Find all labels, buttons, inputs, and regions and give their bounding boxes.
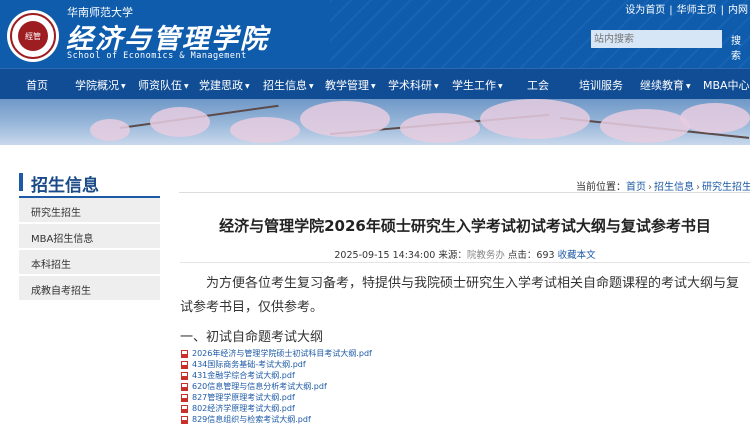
article-clicks: 693 bbox=[536, 250, 555, 261]
nav-item-continuing-edu[interactable]: 继续教育 ▼ bbox=[640, 77, 691, 93]
college-seal-logo[interactable]: 經管 bbox=[7, 10, 59, 62]
college-name-en: School of Economics & Management bbox=[67, 51, 247, 61]
sidebar-title: 招生信息 bbox=[19, 170, 160, 196]
section-heading: 一、初试自命题考试大纲 bbox=[180, 330, 324, 345]
caret-down-icon: ▼ bbox=[434, 82, 439, 90]
sidebar-title-text: 招生信息 bbox=[31, 176, 99, 196]
banner-image bbox=[0, 99, 750, 145]
nav-item-party[interactable]: 党建思政 ▼ bbox=[199, 77, 250, 93]
pdf-icon bbox=[181, 404, 188, 413]
intranet-link[interactable]: 内网 bbox=[728, 5, 748, 16]
article-datetime: 2025-09-15 14:34:00 bbox=[334, 250, 436, 261]
favorite-link[interactable]: 收藏本文 bbox=[558, 250, 596, 261]
article-title: 经济与管理学院2026年硕士研究生入学考试初试考试大纲与复试参考书目 bbox=[219, 217, 711, 235]
sidebar-item-mba[interactable]: MBA招生信息 bbox=[19, 224, 160, 248]
file-link[interactable]: 829信息组织与检索考试大纲.pdf bbox=[181, 414, 372, 425]
seal-core: 經管 bbox=[18, 21, 48, 51]
sidebar-item-adult-education[interactable]: 成教自考招生 bbox=[19, 276, 160, 300]
meta-divider bbox=[180, 262, 750, 263]
pdf-icon bbox=[181, 415, 188, 424]
nav-item-faculty[interactable]: 师资队伍 ▼ bbox=[138, 77, 189, 93]
caret-down-icon: ▼ bbox=[371, 82, 376, 90]
pdf-icon bbox=[181, 360, 188, 369]
file-link[interactable]: 431金融学综合考试大纲.pdf bbox=[181, 370, 372, 381]
file-link[interactable]: 434国际商务基础-考试大纲.pdf bbox=[181, 359, 372, 370]
nav-item-union[interactable]: 工会 bbox=[527, 77, 549, 93]
pdf-icon bbox=[181, 371, 188, 380]
article-intro: 为方便各位考生复习备考，特提供与我院硕士研究生入学考试相关自命题课程的考试大纲与… bbox=[180, 276, 740, 315]
nav-item-teaching[interactable]: 教学管理 ▼ bbox=[325, 77, 376, 93]
article-source: 院教务办 bbox=[466, 250, 505, 261]
sidebar-item-graduate[interactable]: 研究生招生 bbox=[19, 198, 160, 222]
breadcrumb: 当前位置：首页 › 招生信息 › 研究生招生 bbox=[576, 178, 750, 193]
nav-item-about[interactable]: 学院概况 ▼ bbox=[75, 77, 126, 93]
caret-down-icon: ▼ bbox=[498, 82, 503, 90]
caret-down-icon: ▼ bbox=[309, 82, 314, 90]
caret-down-icon: ▼ bbox=[245, 82, 250, 90]
caret-down-icon: ▼ bbox=[121, 82, 126, 90]
top-links: 设为首页 | 华师主页 | 内网 bbox=[625, 5, 748, 16]
file-list: 2026年经济与管理学院硕士初试科目考试大纲.pdf 434国际商务基础-考试大… bbox=[181, 348, 372, 425]
file-link[interactable]: 827管理学原理考试大纲.pdf bbox=[181, 392, 372, 403]
file-link[interactable]: 2026年经济与管理学院硕士初试科目考试大纲.pdf bbox=[181, 348, 372, 359]
nav-item-admissions[interactable]: 招生信息 ▼ bbox=[263, 77, 314, 93]
scnu-homepage-link[interactable]: 华师主页 bbox=[677, 5, 717, 16]
search-button[interactable]: 搜索 bbox=[731, 32, 750, 62]
pdf-icon bbox=[181, 393, 188, 402]
file-link[interactable]: 620信息管理与信息分析考试大纲.pdf bbox=[181, 381, 372, 392]
file-link[interactable]: 802经济学原理考试大纲.pdf bbox=[181, 403, 372, 414]
nav-item-research[interactable]: 学术科研 ▼ bbox=[388, 77, 439, 93]
sidebar-menu: 研究生招生 MBA招生信息 本科招生 成教自考招生 bbox=[19, 198, 160, 302]
nav-item-mba[interactable]: MBA中心 bbox=[703, 77, 750, 93]
caret-down-icon: ▼ bbox=[184, 82, 189, 90]
pdf-icon bbox=[181, 349, 188, 358]
nav-item-student[interactable]: 学生工作 ▼ bbox=[452, 77, 503, 93]
nav-item-training[interactable]: 培训服务 bbox=[579, 77, 623, 93]
caret-down-icon: ▼ bbox=[686, 82, 691, 90]
set-homepage-link[interactable]: 设为首页 bbox=[625, 5, 665, 16]
nav-item-home[interactable]: 首页 bbox=[26, 77, 48, 93]
main-nav: 首页 学院概况 ▼ 师资队伍 ▼ 党建思政 ▼ 招生信息 ▼ 教学管理 ▼ 学术科研 ▼ 学… bbox=[0, 68, 750, 99]
article-meta: 2025-09-15 14:34:00 来源：院教务办 点击：693 收藏本文 bbox=[334, 250, 596, 261]
breadcrumb-divider bbox=[179, 192, 750, 193]
search-input[interactable] bbox=[591, 30, 722, 48]
sidebar-item-undergraduate[interactable]: 本科招生 bbox=[19, 250, 160, 274]
site-header: 經管 华南师范大学 经济与管理学院 School of Economics & … bbox=[0, 0, 750, 68]
pdf-icon bbox=[181, 382, 188, 391]
